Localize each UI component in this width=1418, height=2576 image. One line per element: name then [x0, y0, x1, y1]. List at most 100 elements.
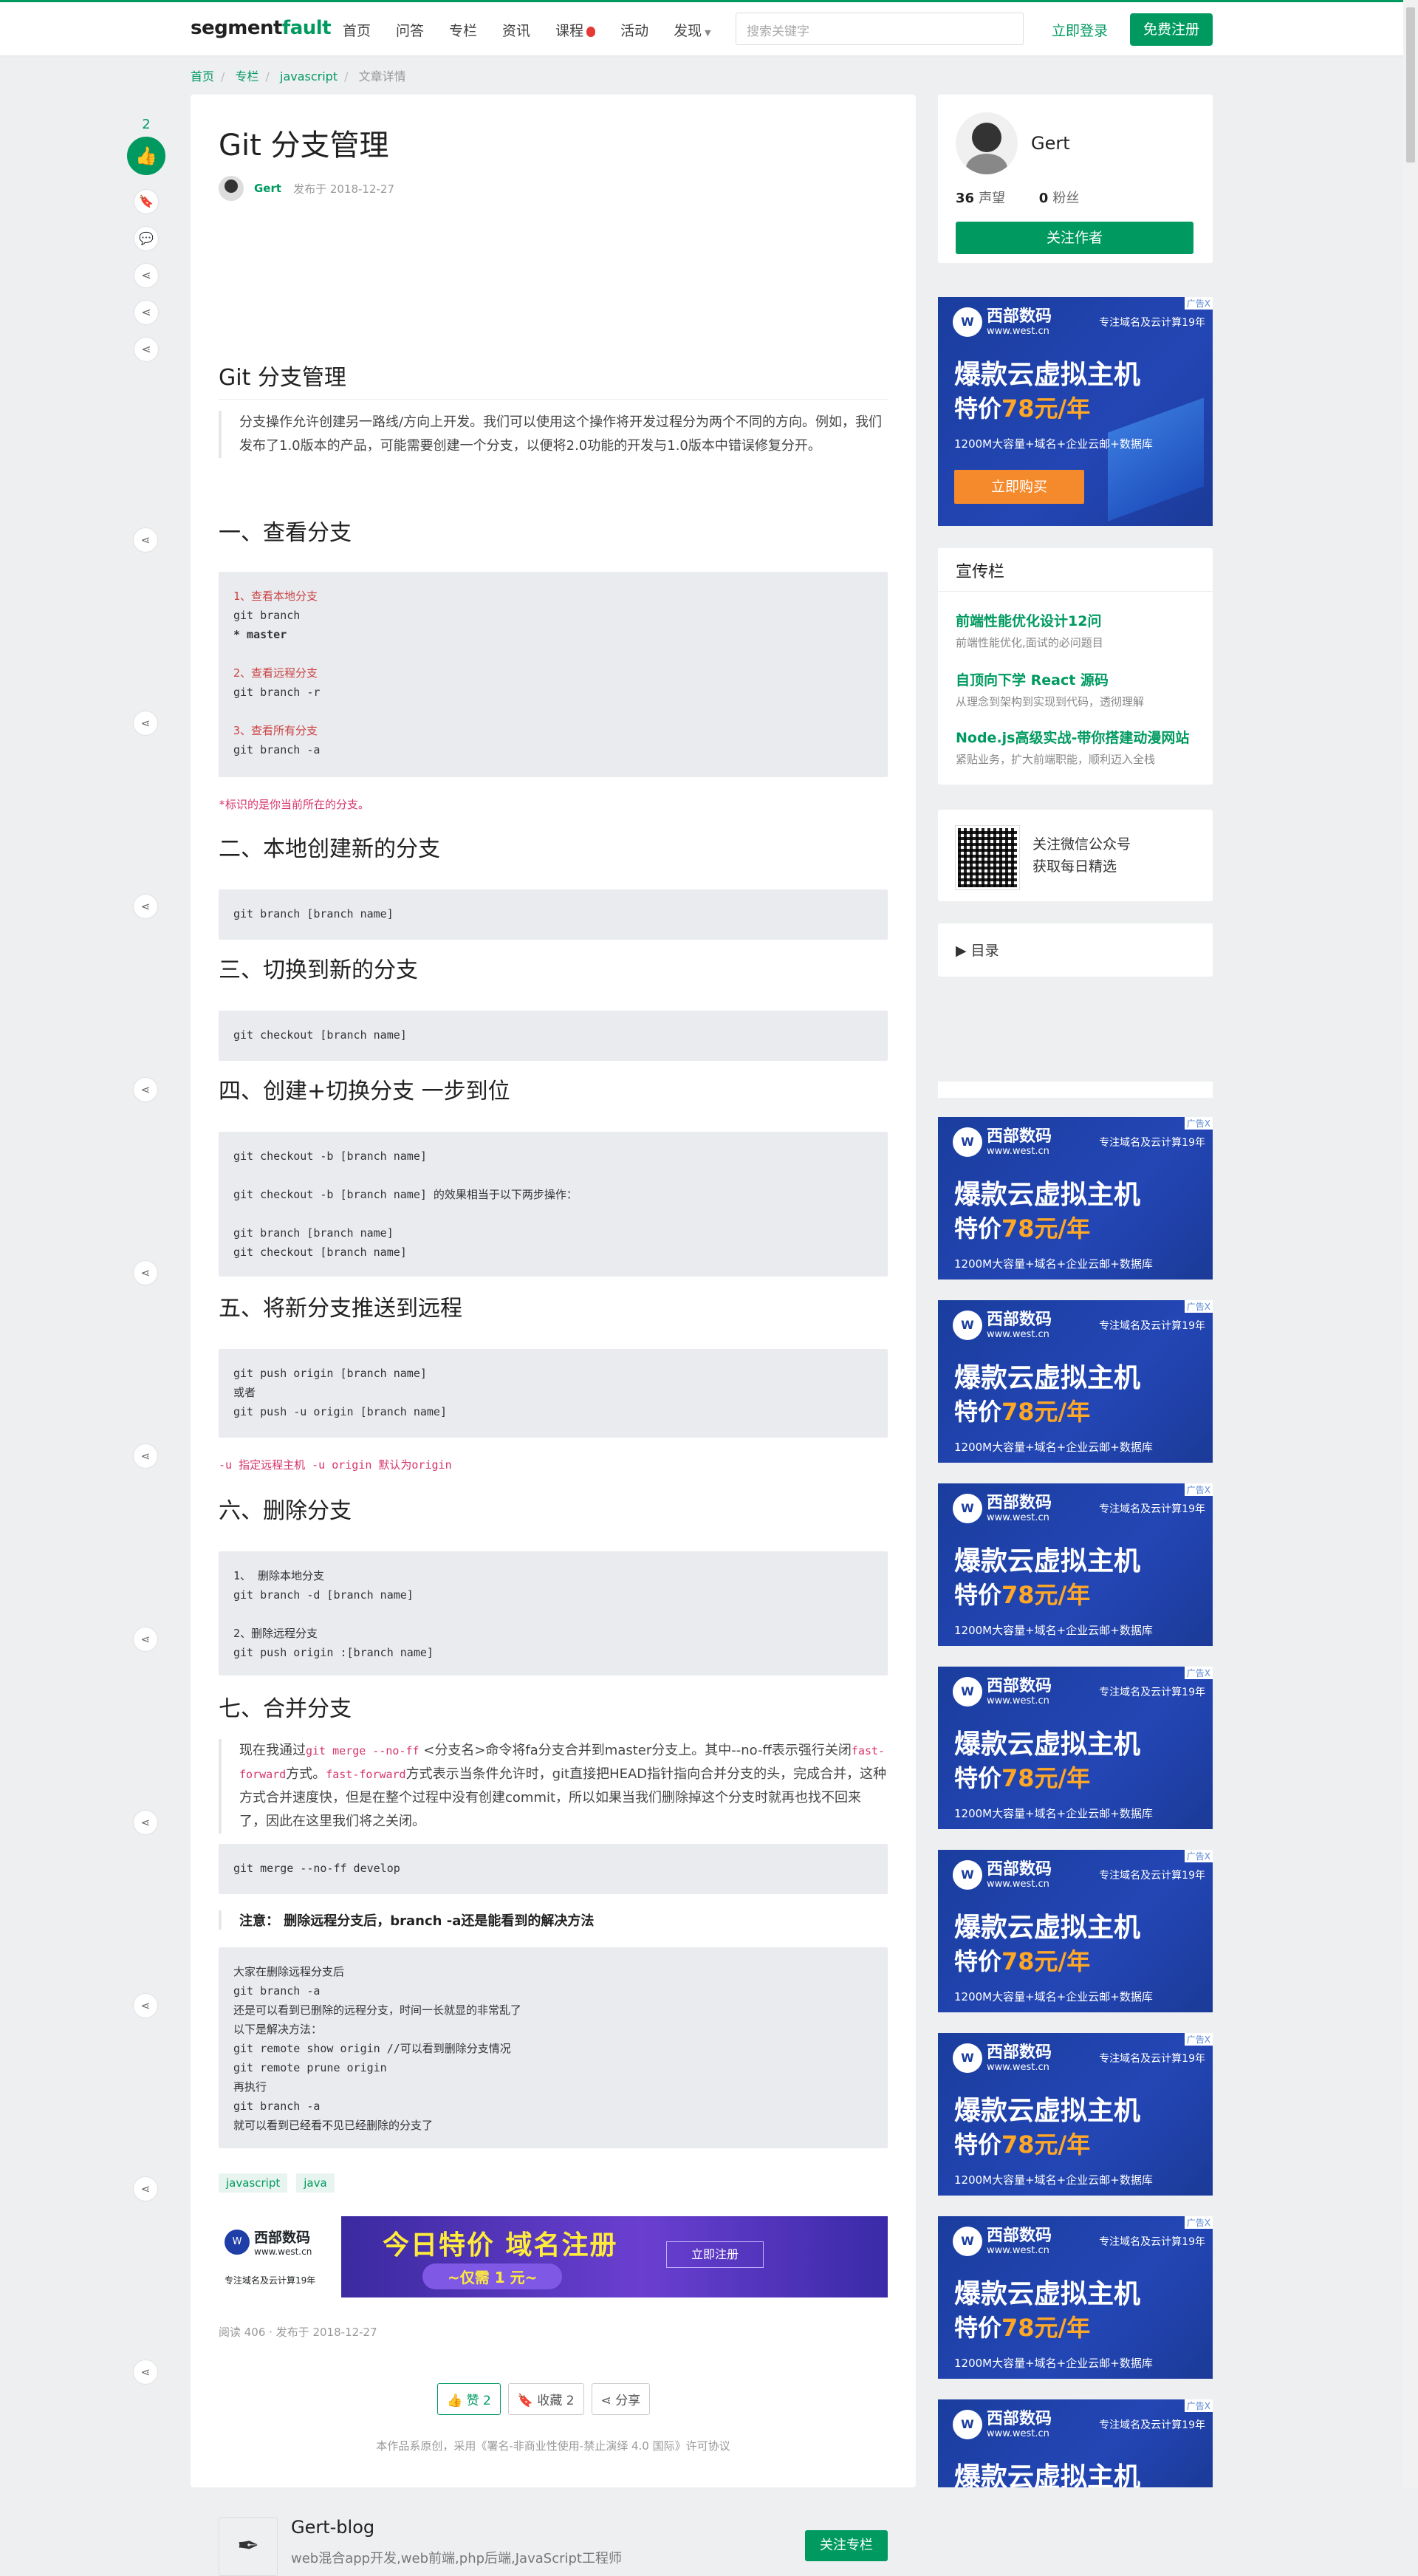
breadcrumb-javascript[interactable]: javascript	[280, 69, 338, 83]
west-logo-icon: W	[225, 2229, 250, 2255]
ad-headline: 爆款云虚拟主机	[954, 360, 1141, 390]
code-line: 还是可以看到已删除的远程分支，时间一长就显的非常乱了	[233, 2003, 522, 2017]
toc-card[interactable]: ▶ 目录	[938, 923, 1213, 977]
register-button[interactable]: 免费注册	[1130, 13, 1213, 46]
west-logo: W 西部数码 www.west.cn	[225, 2227, 312, 2257]
thumbs-up-icon[interactable]: 👍	[127, 137, 165, 175]
column-name[interactable]: Gert-blog	[291, 2517, 374, 2538]
code-line: git remote show origin //可以看到删除分支情况	[233, 2042, 511, 2055]
author-name[interactable]: Gert	[1031, 133, 1070, 154]
floating-share-icon[interactable]: ⋖	[134, 1627, 157, 1651]
floating-share-icon[interactable]: ⋖	[134, 2360, 157, 2384]
code-line: git remote prune origin	[233, 2061, 387, 2074]
breadcrumb-column[interactable]: 专栏	[236, 69, 259, 83]
west-logo: W 西部数码 www.west.cn	[953, 1677, 1052, 1706]
sidebar-ad[interactable]: 广告X W 西部数码 www.west.cn 专注域名及云计算19年 爆款云虚拟主机 …	[938, 1850, 1213, 2012]
floating-share-icon[interactable]: ⋖	[134, 1444, 157, 1468]
nav-column[interactable]: 专栏	[449, 20, 477, 40]
share-icon[interactable]: ⋖	[134, 264, 158, 287]
wechat-text: 关注微信公众号 获取每日精选	[1032, 833, 1131, 878]
comment-icon[interactable]: 💬	[134, 227, 158, 250]
west-logo: W 西部数码 www.west.cn	[953, 1860, 1052, 1890]
nav-events[interactable]: 活动	[620, 20, 648, 40]
ad-price: 特价78元/年	[954, 1393, 1090, 1427]
bookmark-icon[interactable]: 🔖	[134, 190, 158, 213]
west-logo: W 西部数码 www.west.cn	[953, 2410, 1052, 2439]
ad-header: W 西部数码 www.west.cn 专注域名及云计算19年	[953, 1494, 1205, 1523]
promo-item[interactable]: 前端性能优化设计12问 前端性能优化,面试的必问题目	[956, 610, 1103, 650]
ad-header: W 西部数码 www.west.cn 专注域名及云计算19年	[953, 2043, 1205, 2073]
follow-column-button[interactable]: 关注专栏	[805, 2530, 888, 2561]
banner-brand: W 西部数码 www.west.cn 专注域名及云计算19年	[219, 2216, 337, 2297]
share-weibo-icon[interactable]: ⋖	[134, 301, 158, 324]
share-button[interactable]: ⋖ 分享	[591, 2383, 651, 2415]
code-line: 2、删除远程分支	[233, 1627, 318, 1640]
sidebar-ad[interactable]: 广告X W 西部数码 www.west.cn 专注域名及云计算19年 爆款云虚拟主机 …	[938, 2216, 1213, 2379]
ad-price-label: 特价	[954, 1398, 1002, 1426]
avatar[interactable]	[956, 112, 1018, 174]
nav-discover[interactable]: 发现 ▼	[674, 20, 710, 40]
nav-home[interactable]: 首页	[343, 20, 371, 40]
floating-share-icon[interactable]: ⋖	[134, 1261, 157, 1285]
ad-headline: 爆款云虚拟主机	[954, 2279, 1141, 2309]
like-button[interactable]: 👍 赞 2	[437, 2383, 501, 2415]
article-title: Git 分支管理	[219, 129, 389, 163]
sidebar-ad[interactable]: 广告X W 西部数码 www.west.cn 专注域名及云计算19年 爆款云虚拟主机 …	[938, 1117, 1213, 1280]
ad-headline: 爆款云虚拟主机	[954, 2462, 1141, 2487]
ad-brand: 西部数码	[987, 2043, 1052, 2062]
avatar[interactable]	[219, 176, 244, 201]
nav-course[interactable]: 课程	[555, 20, 596, 40]
code-line: git push -u origin [branch name]	[233, 1405, 447, 1418]
publish-date: 发布于 2018-12-27	[293, 182, 395, 196]
floating-share-icon[interactable]: ⋖	[134, 1811, 157, 1834]
scrollbar-thumb[interactable]	[1406, 7, 1415, 163]
share-wechat-icon[interactable]: ⋖	[134, 338, 158, 361]
favorite-button[interactable]: 🔖 收藏 2	[507, 2383, 584, 2415]
code-line: git branch	[233, 609, 301, 622]
floating-share-icon[interactable]: ⋖	[134, 2177, 157, 2201]
floating-share-icon[interactable]: ⋖	[134, 711, 157, 735]
promo-item[interactable]: Node.js高级实战-带你搭建动漫网站 紧贴业务，扩大前端职能，顺利迈入全栈	[956, 727, 1189, 767]
main-nav: 首页 问答 专栏 资讯 课程 活动 发现 ▼	[343, 20, 711, 40]
ad-price-value: 78元/年	[1001, 1764, 1091, 1792]
ad-price-label: 特价	[954, 1581, 1002, 1609]
code-line: 3、查看所有分支	[233, 724, 318, 737]
search-input[interactable]: 搜索关键字	[736, 13, 1024, 45]
ad-url: www.west.cn	[987, 1878, 1049, 1890]
nav-course-label: 课程	[555, 23, 584, 39]
floating-share-icon[interactable]: ⋖	[134, 895, 157, 918]
sidebar-ad[interactable]: 广告X W 西部数码 www.west.cn 专注域名及云计算19年 爆款云虚拟主机 …	[938, 2033, 1213, 2196]
sidebar-ad[interactable]: 广告X W 西部数码 www.west.cn 专注域名及云计算19年 爆款云虚拟主机	[938, 2399, 1213, 2487]
ad-header: W 西部数码 www.west.cn 专注域名及云计算19年	[953, 1860, 1205, 1890]
ad-slogan: 专注域名及云计算19年	[1099, 2053, 1205, 2065]
west-logo-icon: W	[953, 2227, 982, 2256]
sidebar-ad[interactable]: 广告X W 西部数码 www.west.cn 专注域名及云计算19年 爆款云虚拟主机 …	[938, 1300, 1213, 1463]
follow-author-button[interactable]: 关注作者	[956, 222, 1193, 254]
scrollbar[interactable]	[1403, 0, 1418, 2487]
login-link[interactable]: 立即登录	[1052, 20, 1108, 40]
banner-register-button[interactable]: 立即注册	[666, 2241, 764, 2268]
brand-url: www.west.cn	[254, 2247, 312, 2257]
promo-item[interactable]: 自顶向下学 React 源码 从理念到架构到实现到代码，透彻理解	[956, 669, 1144, 709]
floating-share-icon[interactable]: ⋖	[134, 528, 157, 552]
sidebar-ad[interactable]: 广告X W 西部数码 www.west.cn 专注域名及云计算19年 爆款云虚拟主机…	[938, 297, 1213, 526]
section-heading: 一、查看分支	[219, 520, 352, 546]
tag-java[interactable]: java	[296, 2173, 335, 2193]
floating-share-icon[interactable]: ⋖	[134, 1994, 157, 2018]
ad-headline: 爆款云虚拟主机	[954, 1913, 1141, 1943]
tag-javascript[interactable]: javascript	[219, 2173, 288, 2193]
feather-icon[interactable]: ✒	[219, 2517, 278, 2576]
sidebar-ad[interactable]: 广告X W 西部数码 www.west.cn 专注域名及云计算19年 爆款云虚拟主机 …	[938, 1667, 1213, 1829]
banner-ad[interactable]: W 西部数码 www.west.cn 专注域名及云计算19年 今日特价 域名注册 …	[219, 2216, 888, 2297]
ad-buy-button[interactable]: 立即购买	[954, 470, 1084, 504]
floating-share-icon[interactable]: ⋖	[134, 1078, 157, 1101]
sidebar-ad[interactable]: 广告X W 西部数码 www.west.cn 专注域名及云计算19年 爆款云虚拟主机 …	[938, 1483, 1213, 1646]
toc-toggle[interactable]: ▶ 目录	[956, 940, 999, 960]
nav-news[interactable]: 资讯	[502, 20, 530, 40]
author-link[interactable]: Gert	[254, 182, 281, 195]
column-info: ✒ Gert-blog web混合app开发,web前端,php后端,JavaS…	[219, 2497, 888, 2576]
nav-qa[interactable]: 问答	[396, 20, 424, 40]
site-logo[interactable]: segmentfault	[191, 17, 332, 39]
breadcrumb-home[interactable]: 首页	[191, 69, 214, 83]
ad-slogan: 专注域名及云计算19年	[1099, 1137, 1205, 1149]
